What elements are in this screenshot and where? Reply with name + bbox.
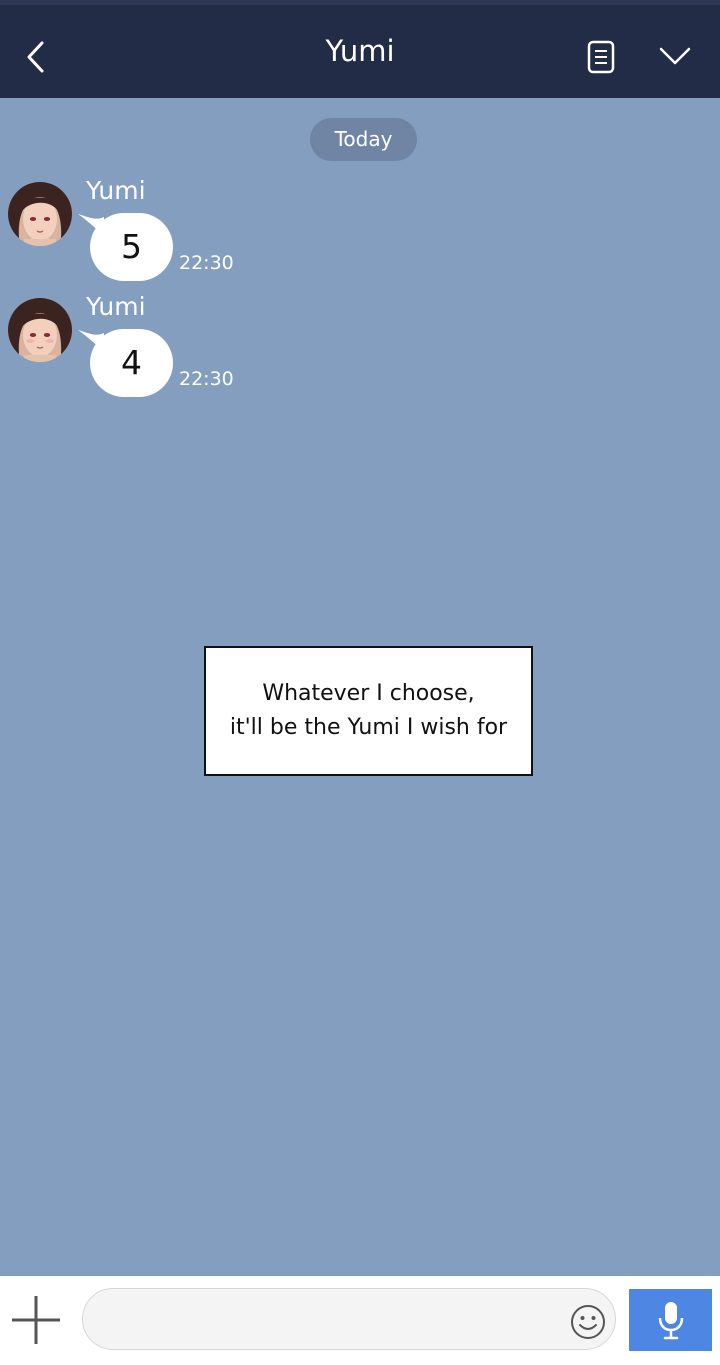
plus-icon[interactable] (10, 1294, 62, 1346)
avatar[interactable] (8, 181, 72, 247)
microphone-icon (658, 1302, 684, 1340)
caption-line: it'll be the Yumi I wish for (229, 715, 508, 740)
voice-input-button[interactable] (629, 1289, 712, 1351)
caption-box: Whatever I choose, it'll be the Yumi I w… (204, 646, 533, 776)
sender-name: Yumi (86, 292, 146, 321)
avatar[interactable] (8, 297, 72, 363)
chat-header: Yumi (0, 0, 720, 98)
chevron-down-icon[interactable] (658, 43, 692, 69)
message-row: Yumi 4 22:30 (0, 292, 720, 407)
message-composer (0, 1276, 720, 1365)
message-bubble[interactable]: 5 (90, 213, 173, 281)
message-bubble[interactable]: 4 (90, 329, 173, 397)
sender-name: Yumi (86, 176, 146, 205)
message-input[interactable] (82, 1288, 616, 1350)
smiley-icon[interactable] (570, 1304, 606, 1340)
message-time: 22:30 (179, 368, 234, 390)
caption-line: Whatever I choose, (262, 681, 475, 706)
message-time: 22:30 (179, 252, 234, 274)
message-row: Yumi 5 22:30 (0, 176, 720, 291)
date-divider: Today (310, 118, 417, 161)
document-icon[interactable] (584, 39, 618, 75)
